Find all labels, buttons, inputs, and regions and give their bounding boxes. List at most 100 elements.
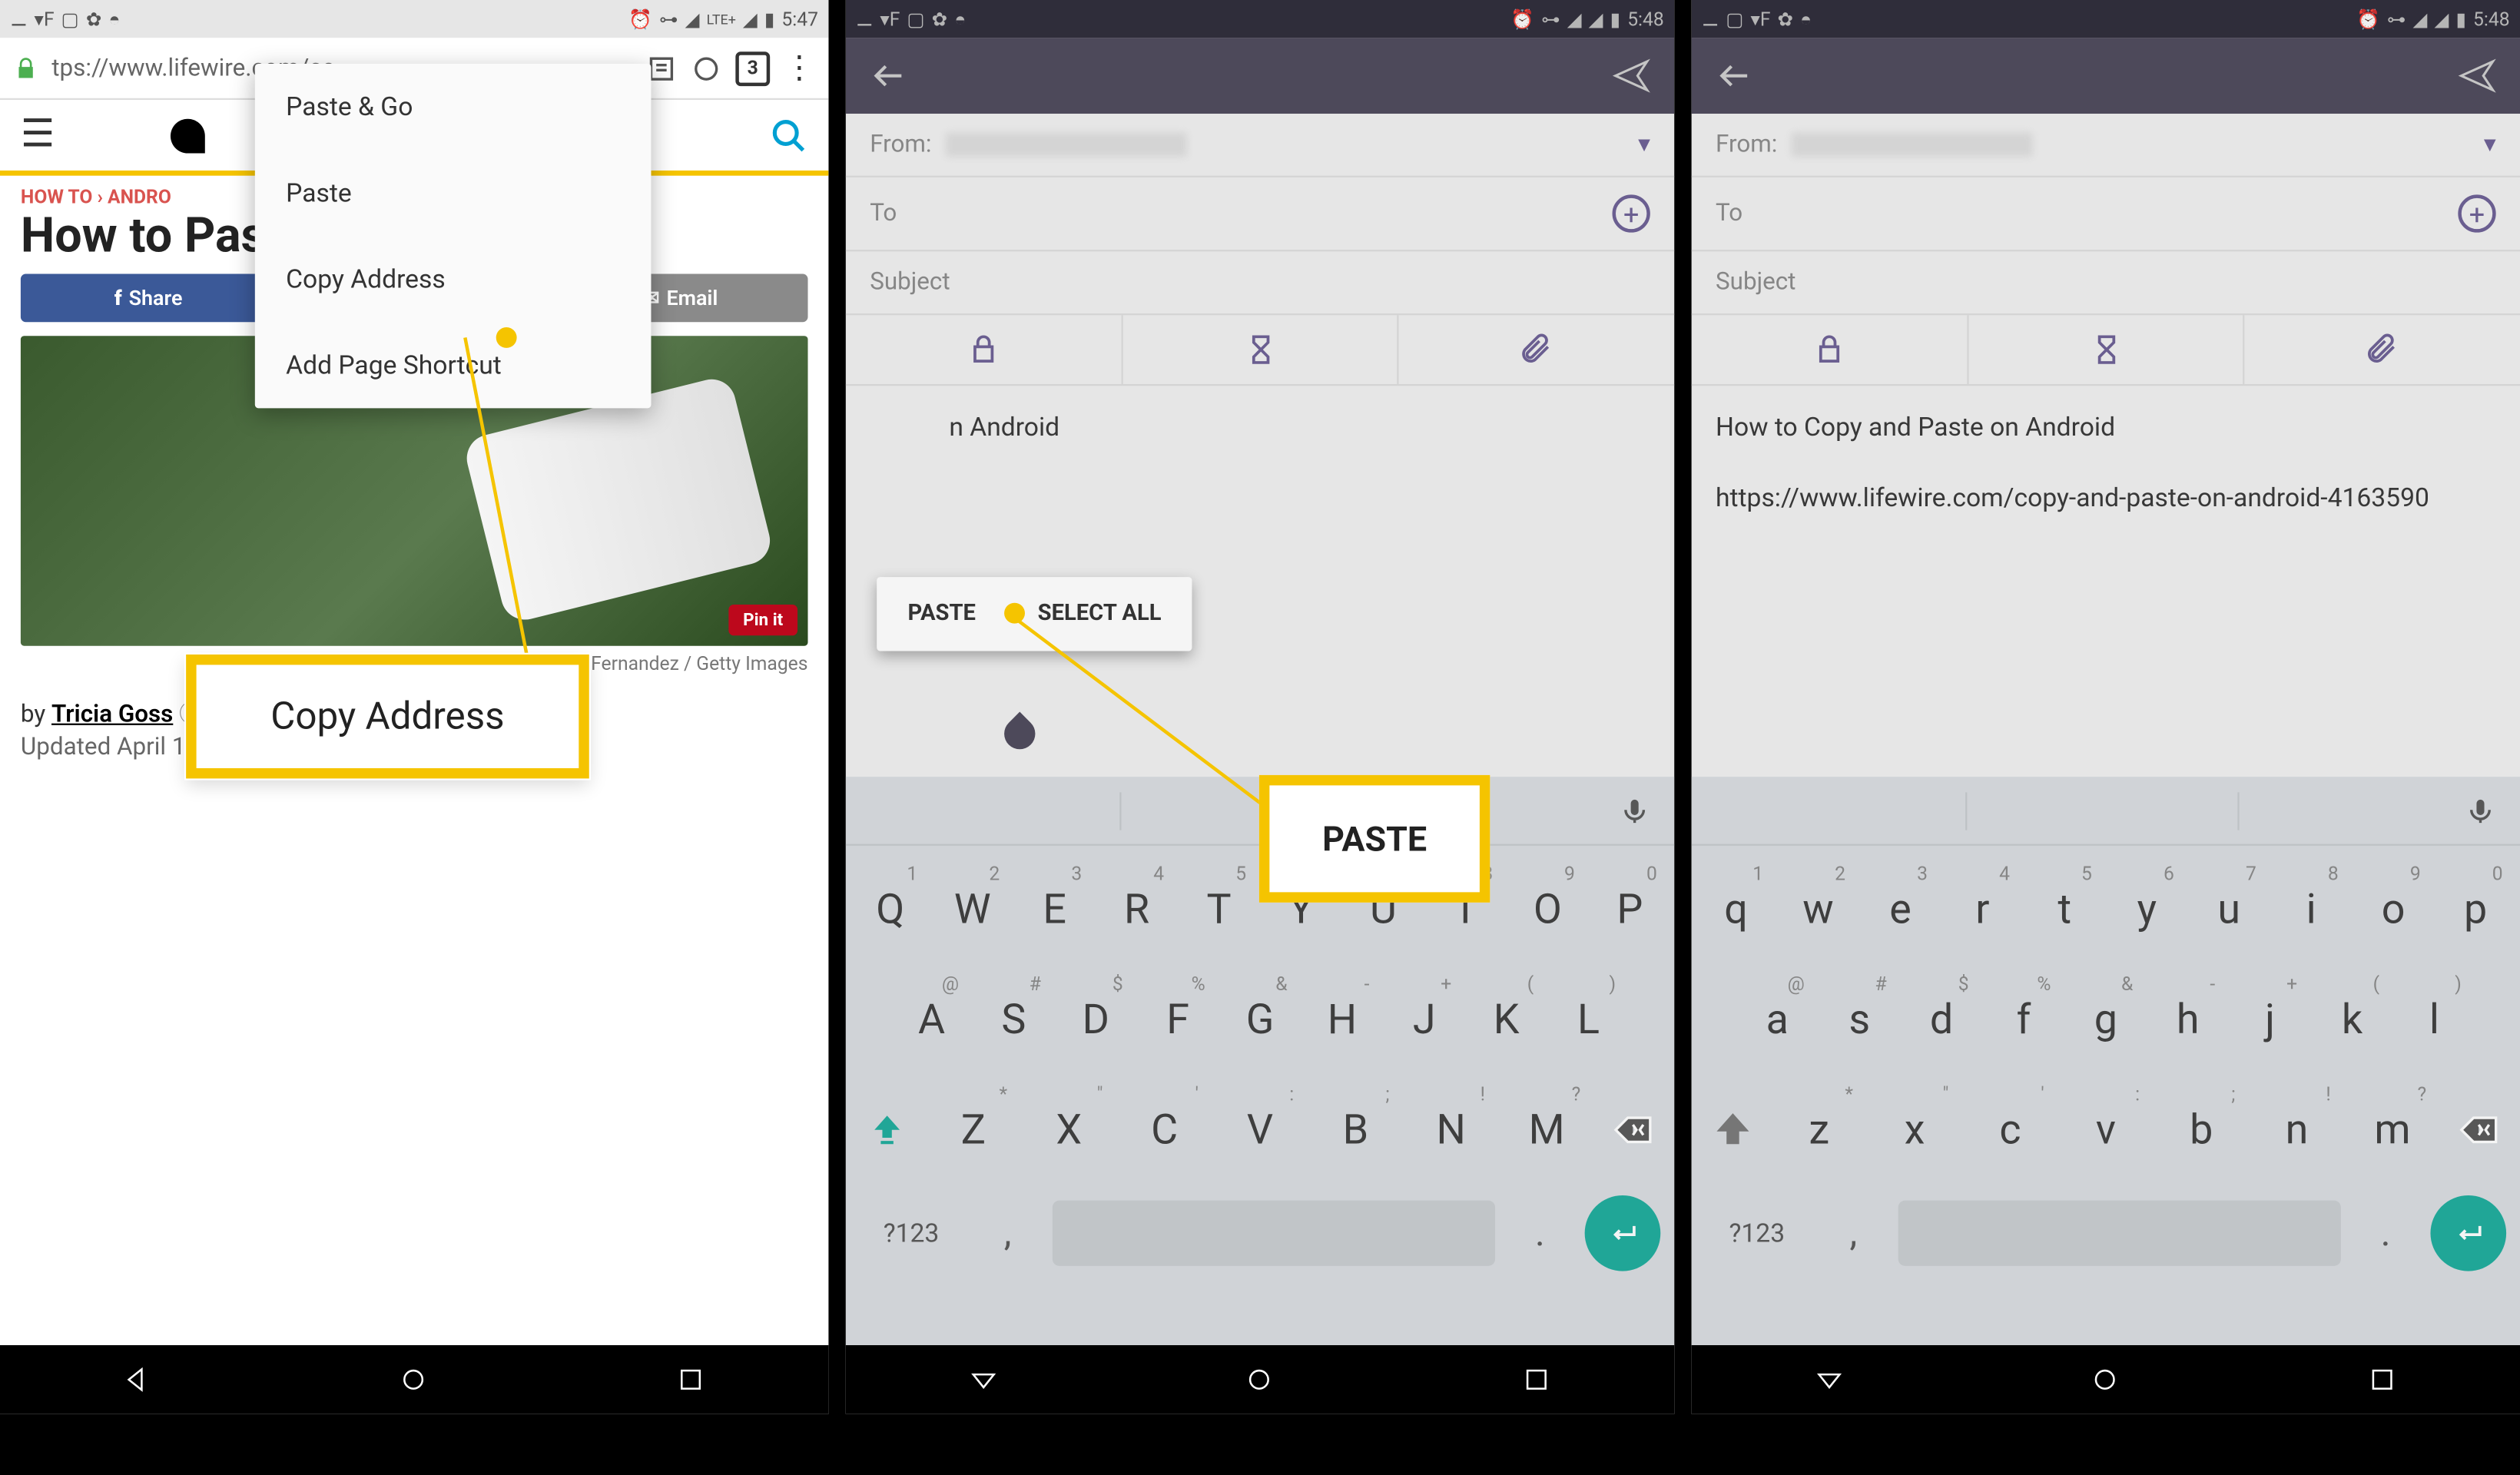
timer-icon[interactable] xyxy=(1122,315,1399,384)
menu-paste-and-go[interactable]: Paste & Go xyxy=(255,64,652,150)
key-v[interactable]: V: xyxy=(1212,1076,1308,1183)
key-p[interactable]: p0 xyxy=(2435,856,2517,963)
key-k[interactable]: K( xyxy=(1465,966,1547,1073)
key-p[interactable]: P0 xyxy=(1589,856,1671,963)
home-nav-icon[interactable] xyxy=(1245,1364,1275,1395)
timer-icon[interactable] xyxy=(1968,315,2245,384)
key-e[interactable]: e3 xyxy=(1859,856,1941,963)
key-t[interactable]: T5 xyxy=(1178,856,1260,963)
key-b[interactable]: B; xyxy=(1308,1076,1403,1183)
key-q[interactable]: q1 xyxy=(1695,856,1777,963)
home-nav-icon[interactable] xyxy=(399,1364,429,1395)
add-recipient-icon[interactable]: + xyxy=(2458,194,2495,232)
mic-icon[interactable] xyxy=(2465,795,2495,826)
encrypt-icon[interactable] xyxy=(846,315,1122,384)
key-period[interactable]: . xyxy=(1506,1211,1575,1255)
overflow-menu-button[interactable]: ⋮ xyxy=(784,52,814,83)
key-enter[interactable] xyxy=(1585,1195,1661,1271)
menu-add-page-shortcut[interactable]: Add Page Shortcut xyxy=(255,322,652,408)
key-shift[interactable] xyxy=(1695,1076,1771,1183)
search-icon[interactable] xyxy=(770,116,807,154)
key-b[interactable]: b; xyxy=(2154,1076,2249,1183)
key-i[interactable]: i8 xyxy=(2270,856,2353,963)
mic-icon[interactable] xyxy=(1619,795,1650,826)
key-t[interactable]: t5 xyxy=(2024,856,2106,963)
select-all-option[interactable]: SELECT ALL xyxy=(1006,577,1192,651)
email-body-field[interactable]: n Android xyxy=(846,386,1674,558)
key-period[interactable]: . xyxy=(2351,1211,2420,1255)
key-symbols[interactable]: ?123 xyxy=(860,1218,963,1248)
key-f[interactable]: F% xyxy=(1137,966,1219,1073)
subject-field[interactable]: Subject xyxy=(1692,251,2520,315)
key-x[interactable]: x" xyxy=(1867,1076,1962,1183)
key-u[interactable]: u7 xyxy=(2188,856,2270,963)
key-f[interactable]: f% xyxy=(1983,966,2065,1073)
key-c[interactable]: C' xyxy=(1116,1076,1212,1183)
key-s[interactable]: s# xyxy=(1819,966,1901,1073)
recents-nav-icon[interactable] xyxy=(1520,1364,1551,1395)
to-field[interactable]: To + xyxy=(1692,177,2520,251)
key-g[interactable]: g& xyxy=(2064,966,2147,1073)
key-h[interactable]: H- xyxy=(1301,966,1383,1073)
attach-icon[interactable] xyxy=(2245,315,2520,384)
from-field[interactable]: From: ▾ xyxy=(1692,114,2520,177)
key-s[interactable]: S# xyxy=(973,966,1055,1073)
send-icon[interactable] xyxy=(1613,57,1650,94)
to-field[interactable]: To + xyxy=(846,177,1674,251)
key-m[interactable]: m? xyxy=(2345,1076,2440,1183)
key-h[interactable]: h- xyxy=(2147,966,2229,1073)
key-a[interactable]: a@ xyxy=(1736,966,1819,1073)
key-j[interactable]: j+ xyxy=(2229,966,2311,1073)
key-enter[interactable] xyxy=(2430,1195,2506,1271)
key-e[interactable]: E3 xyxy=(1013,856,1096,963)
key-n[interactable]: n! xyxy=(2249,1076,2344,1183)
hamburger-icon[interactable]: ☰ xyxy=(21,114,55,157)
key-l[interactable]: L) xyxy=(1547,966,1630,1073)
back-arrow-icon[interactable] xyxy=(870,57,907,94)
key-y[interactable]: y6 xyxy=(2106,856,2188,963)
back-nav-icon[interactable] xyxy=(123,1364,154,1395)
key-shift[interactable] xyxy=(849,1076,925,1183)
attach-icon[interactable] xyxy=(1399,315,1674,384)
paste-option[interactable]: PASTE xyxy=(877,577,1006,651)
key-j[interactable]: J+ xyxy=(1383,966,1465,1073)
key-space[interactable] xyxy=(1053,1201,1495,1266)
key-n[interactable]: N! xyxy=(1404,1076,1499,1183)
key-r[interactable]: R4 xyxy=(1096,856,1178,963)
key-d[interactable]: d$ xyxy=(1901,966,1983,1073)
key-g[interactable]: G& xyxy=(1219,966,1301,1073)
key-space[interactable] xyxy=(1898,1201,2341,1266)
key-o[interactable]: O9 xyxy=(1507,856,1589,963)
site-logo-icon[interactable] xyxy=(171,118,206,153)
recents-nav-icon[interactable] xyxy=(675,1364,705,1395)
send-icon[interactable] xyxy=(2458,57,2495,94)
key-backspace[interactable] xyxy=(1594,1076,1670,1183)
key-k[interactable]: k( xyxy=(2311,966,2393,1073)
key-w[interactable]: w2 xyxy=(1777,856,1859,963)
chevron-down-icon[interactable]: ▾ xyxy=(2484,131,2496,158)
key-a[interactable]: A@ xyxy=(890,966,973,1073)
back-nav-icon[interactable] xyxy=(1814,1364,1845,1395)
key-x[interactable]: X" xyxy=(1021,1076,1116,1183)
key-comma[interactable]: , xyxy=(973,1211,1043,1255)
back-arrow-icon[interactable] xyxy=(1716,57,1753,94)
key-r[interactable]: r4 xyxy=(1941,856,2024,963)
key-backspace[interactable] xyxy=(2440,1076,2516,1183)
recents-nav-icon[interactable] xyxy=(2366,1364,2397,1395)
tab-count-button[interactable]: 3 xyxy=(735,51,770,85)
home-icon[interactable] xyxy=(691,52,721,83)
key-o[interactable]: o9 xyxy=(2353,856,2435,963)
encrypt-icon[interactable] xyxy=(1692,315,1968,384)
key-z[interactable]: z* xyxy=(1772,1076,1867,1183)
chevron-down-icon[interactable]: ▾ xyxy=(1638,131,1650,158)
key-q[interactable]: Q1 xyxy=(849,856,931,963)
key-z[interactable]: Z* xyxy=(926,1076,1021,1183)
email-body-field[interactable]: How to Copy and Paste on Android https:/… xyxy=(1692,386,2520,558)
key-m[interactable]: M? xyxy=(1499,1076,1594,1183)
author-link[interactable]: Tricia Goss xyxy=(51,701,173,729)
key-l[interactable]: l) xyxy=(2393,966,2475,1073)
home-nav-icon[interactable] xyxy=(2091,1364,2121,1395)
pinit-button[interactable]: Pin it xyxy=(728,605,797,635)
share-facebook-button[interactable]: fShare xyxy=(21,274,277,323)
menu-paste[interactable]: Paste xyxy=(255,150,652,236)
